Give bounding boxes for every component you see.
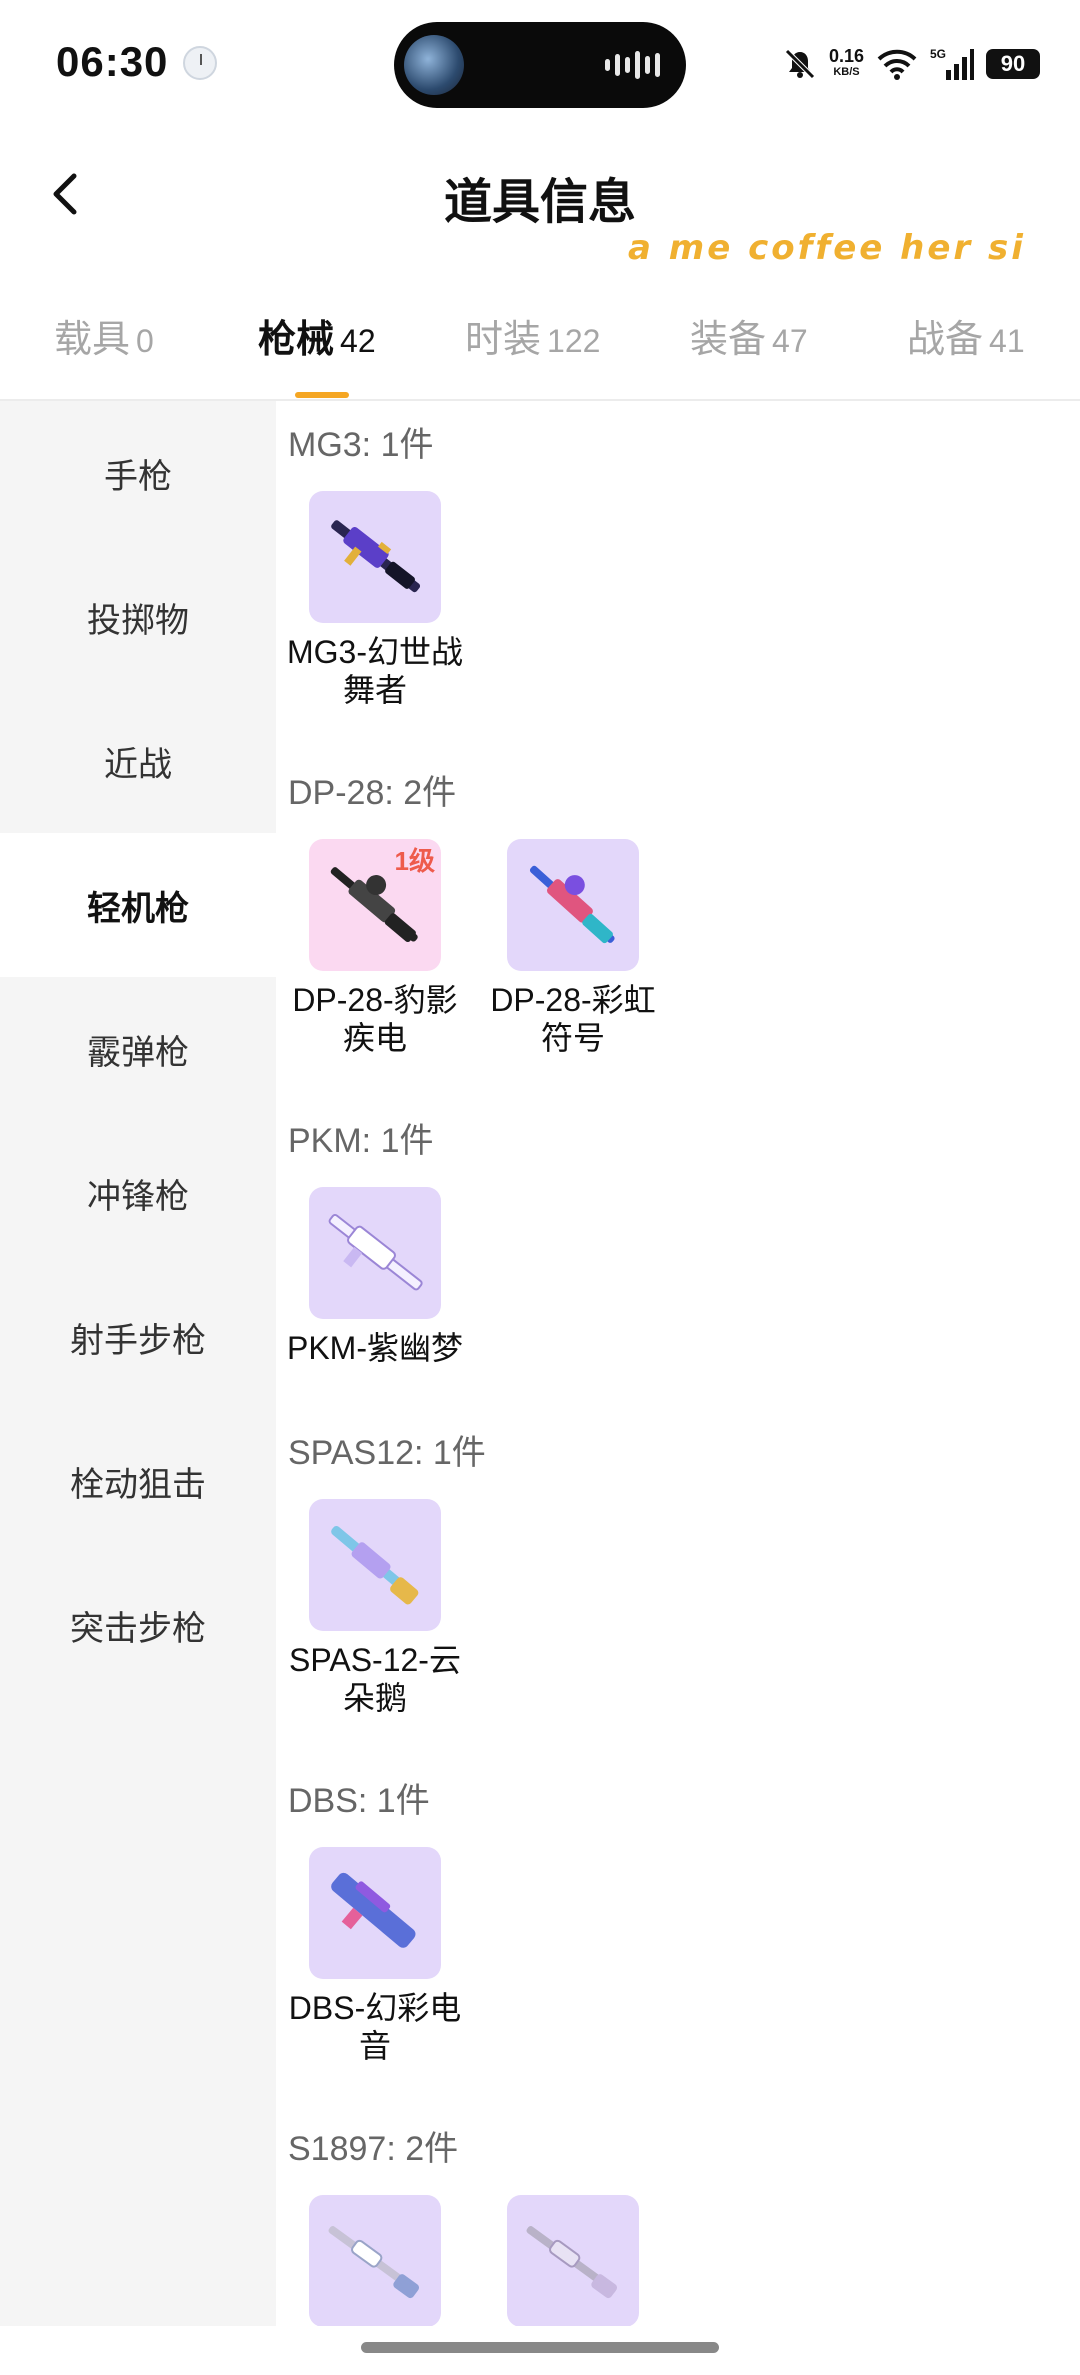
clock-app-icon [183, 46, 217, 80]
sidebar-item-dmr[interactable]: 射手步枪 [0, 1265, 276, 1409]
item-list[interactable]: MG3: 1件 MG3-幻世战 舞者 DP-28: 2件 1级 DP-28-豹影疾… [276, 401, 1080, 2326]
sidebar-item-smg[interactable]: 冲锋枪 [0, 1121, 276, 1265]
item-card[interactable]: PKM-紫幽梦 [276, 1187, 474, 1367]
sidebar-item-assault-rifle[interactable]: 突击步枪 [0, 1553, 276, 1697]
tab-equipment[interactable]: 装备 47 [690, 308, 808, 363]
weapon-skin-thumbnail: 1级 [309, 839, 441, 971]
network-type-label: 5G [930, 47, 946, 61]
group-title-dbs: DBS: 1件 [288, 1782, 430, 1820]
group-title-mg3: MG3: 1件 [288, 426, 434, 464]
cell-signal-icon: 5G [930, 46, 974, 82]
item-card[interactable] [474, 2195, 672, 2326]
tab-outfits[interactable]: 时装 122 [465, 308, 600, 363]
sidebar-item-bolt-sniper[interactable]: 栓动狙击 [0, 1409, 276, 1553]
weapon-skin-thumbnail [507, 839, 639, 971]
group-title-spas12: SPAS12: 1件 [288, 1434, 486, 1472]
home-indicator[interactable] [361, 2342, 719, 2353]
item-name: DP-28-豹影 疾电 [292, 982, 458, 1056]
wifi-icon [876, 47, 918, 81]
weapon-skin-thumbnail [309, 1187, 441, 1319]
music-cover-icon [404, 35, 464, 95]
item-card[interactable]: SPAS-12-云 朵鹅 [276, 1499, 474, 1717]
item-name: PKM-紫幽梦 [286, 1330, 463, 1366]
status-time: 06:30 [56, 38, 169, 85]
weapon-skin-thumbnail [309, 1847, 441, 1979]
weapon-skin-thumbnail [507, 2195, 639, 2326]
sidebar-item-melee[interactable]: 近战 [0, 689, 276, 833]
sidebar-item-shotgun[interactable]: 霰弹枪 [0, 977, 276, 1121]
group-title-pkm: PKM: 1件 [288, 1122, 434, 1160]
network-speed: 0.16 KB/S [828, 46, 864, 78]
item-name: DBS-幻彩电音 [288, 1990, 462, 2064]
item-name: MG3-幻世战 舞者 [286, 634, 463, 708]
sidebar-item-lmg[interactable]: 轻机枪 [0, 833, 276, 977]
category-tabs: 载具 0 枪械 42 时装 122 装备 47 战备 41 [0, 290, 1080, 400]
tab-firearms[interactable]: 枪械 42 [258, 308, 376, 363]
active-tab-indicator [295, 392, 349, 398]
group-title-s1897: S1897: 2件 [288, 2130, 459, 2168]
status-bar: 06:30 0.16 KB/S 5G 90 [0, 0, 1080, 130]
item-card[interactable]: MG3-幻世战 舞者 [276, 491, 474, 709]
mute-bell-icon [783, 47, 817, 81]
marquee-banner: a me coffee her si [628, 228, 1026, 268]
item-name: DP-28-彩虹 符号 [490, 982, 656, 1056]
item-card[interactable]: 1级 DP-28-豹影 疾电 [276, 839, 474, 1057]
level-badge: 1级 [394, 846, 435, 876]
weapon-skin-thumbnail [309, 491, 441, 623]
tab-vehicles[interactable]: 载具 0 [54, 308, 154, 363]
battery-indicator: 90 [986, 49, 1040, 79]
item-card[interactable]: DBS-幻彩电音 [276, 1847, 474, 2065]
item-card[interactable] [276, 2195, 474, 2326]
weapon-type-sidebar: 手枪 投掷物 近战 轻机枪 霰弹枪 冲锋枪 射手步枪 栓动狙击 突击步枪 [0, 401, 276, 2326]
item-card[interactable]: DP-28-彩虹 符号 [474, 839, 672, 1057]
item-name: SPAS-12-云 朵鹅 [289, 1642, 461, 1716]
sidebar-item-throwables[interactable]: 投掷物 [0, 545, 276, 689]
audio-wave-icon [605, 50, 660, 80]
weapon-skin-thumbnail [309, 2195, 441, 2326]
weapon-skin-thumbnail [309, 1499, 441, 1631]
dynamic-island[interactable] [394, 22, 686, 108]
sidebar-item-pistol[interactable]: 手枪 [0, 401, 276, 545]
status-icons: 0.16 KB/S 5G 90 [783, 42, 1040, 86]
page-title: 道具信息 [443, 176, 636, 229]
group-title-dp28: DP-28: 2件 [288, 774, 457, 812]
tab-supplies[interactable]: 战备 41 [907, 308, 1025, 363]
